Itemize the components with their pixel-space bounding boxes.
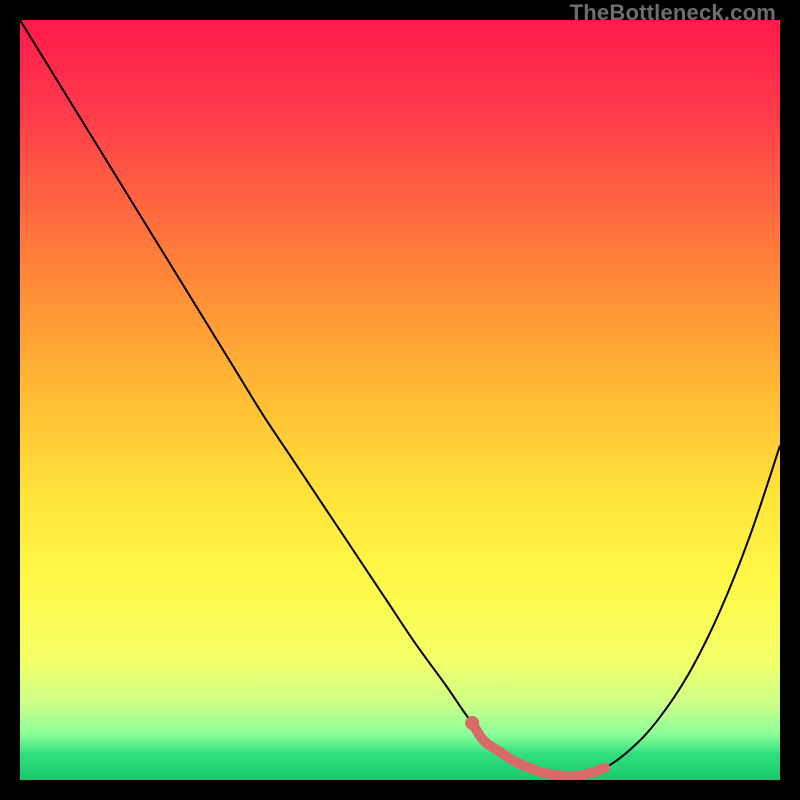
chart-curve-layer [20, 20, 780, 780]
optimal-marker [472, 723, 605, 776]
marker-start-dot [465, 716, 479, 730]
plot-area [20, 20, 780, 780]
chart-frame: TheBottleneck.com [0, 0, 800, 800]
watermark-text: TheBottleneck.com [570, 0, 776, 26]
bottleneck-curve [20, 20, 780, 776]
